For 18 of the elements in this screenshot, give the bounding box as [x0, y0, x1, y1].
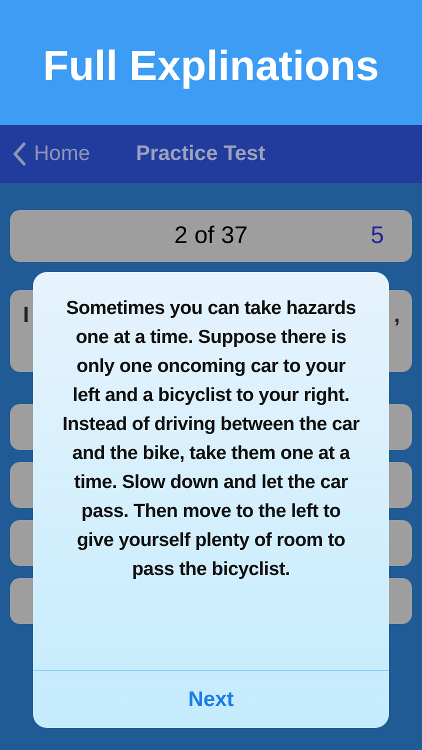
answer-card-edge[interactable]	[389, 404, 412, 450]
score: 5	[370, 222, 384, 250]
nav-title: Practice Test	[136, 142, 266, 166]
answer-card-edge[interactable]	[10, 462, 33, 508]
question-text: ,	[394, 302, 400, 328]
back-button[interactable]: Home	[0, 142, 90, 166]
answer-card-edge[interactable]	[389, 520, 412, 566]
explanation-text: Sometimes you can take hazards one at a time. Suppose there is only one oncoming car to your left and a bicyclist to your right. Instead of driving between the car and the bike, take them one at a time. Slow down and let the car pass. Then move to the left to give yourself plenty of room to pass the bicyclist.	[61, 297, 361, 582]
answer-card-edge[interactable]	[10, 520, 33, 566]
answer-card-edge[interactable]	[10, 404, 33, 450]
answer-card-edge[interactable]	[10, 578, 33, 624]
question-counter: 2 of 37	[174, 222, 248, 250]
chevron-left-icon	[12, 142, 26, 166]
answer-card-edge[interactable]	[389, 462, 412, 508]
banner-title: Full Explinations	[42, 40, 380, 90]
next-button[interactable]: Next	[33, 670, 389, 728]
question-text: I	[23, 302, 30, 328]
answer-card-edge[interactable]	[389, 578, 412, 624]
